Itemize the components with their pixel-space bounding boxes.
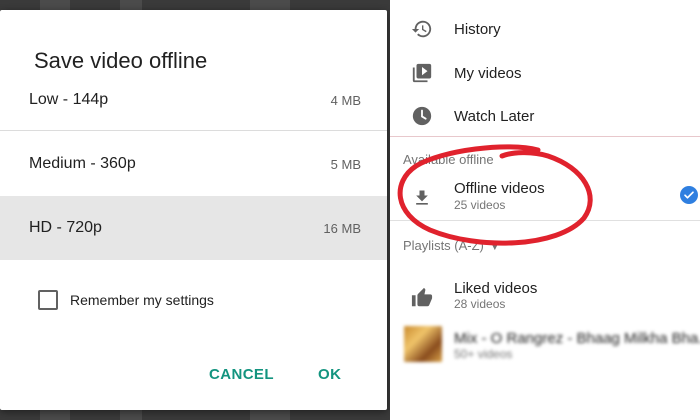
video-backdrop: Save video offline Low - 144p 4 MB Mediu…	[0, 0, 390, 420]
save-offline-dialog: Save video offline Low - 144p 4 MB Mediu…	[0, 10, 387, 410]
clock-icon	[410, 104, 434, 128]
check-circle-icon	[680, 186, 698, 204]
offline-videos-label: Offline videos	[454, 180, 545, 197]
library-item-my-videos[interactable]: My videos	[390, 60, 700, 86]
quality-label: Medium - 360p	[29, 155, 136, 172]
my-videos-icon	[410, 61, 434, 85]
library-item-history[interactable]: History	[390, 16, 700, 42]
remember-settings-row[interactable]: Remember my settings	[38, 290, 214, 310]
history-icon	[410, 17, 434, 41]
ok-button[interactable]: OK	[318, 366, 341, 383]
playlist-count: 50+ videos	[454, 347, 513, 361]
quality-size: 16 MB	[323, 220, 361, 236]
library-item-watch-later[interactable]: Watch Later	[390, 103, 700, 129]
quality-option-medium[interactable]: Medium - 360p 5 MB	[0, 132, 387, 196]
library-item-label: History	[454, 20, 501, 38]
quality-size: 4 MB	[330, 92, 361, 108]
quality-size: 5 MB	[330, 156, 361, 172]
playlist-item-liked-videos[interactable]: Liked videos 28 videos	[390, 278, 700, 318]
download-icon	[410, 186, 434, 210]
quality-label: Low - 144p	[29, 91, 109, 108]
section-divider	[390, 220, 700, 221]
quality-label: HD - 720p	[29, 219, 102, 236]
playlist-count: 28 videos	[454, 297, 506, 311]
remember-label: Remember my settings	[70, 292, 214, 308]
playlist-item-mix[interactable]: Mix - O Rangrez - Bhaag Milkha Bha... 50…	[390, 328, 700, 368]
chevron-down-icon: ▼	[489, 242, 500, 253]
library-item-offline-videos[interactable]: Offline videos 25 videos	[390, 178, 700, 218]
offline-videos-count: 25 videos	[454, 198, 506, 212]
library-item-label: My videos	[454, 64, 522, 82]
library-item-label: Watch Later	[454, 107, 535, 125]
quality-option-low[interactable]: Low - 144p 4 MB	[0, 68, 387, 132]
section-divider	[390, 136, 700, 137]
option-divider	[0, 130, 387, 131]
available-offline-header: Available offline	[403, 152, 494, 167]
library-panel: History My videos Watch Later Available …	[390, 0, 700, 420]
remember-checkbox[interactable]	[38, 290, 58, 310]
cancel-button[interactable]: CANCEL	[209, 366, 274, 383]
playlist-label: Mix - O Rangrez - Bhaag Milkha Bha...	[454, 330, 700, 347]
thumbs-up-icon	[410, 286, 434, 310]
quality-option-hd[interactable]: HD - 720p 16 MB	[0, 196, 387, 260]
playlist-label: Liked videos	[454, 280, 538, 297]
playlists-header-label: Playlists (A-Z)	[403, 238, 484, 253]
playlists-header[interactable]: Playlists (A-Z) ▼	[403, 238, 500, 253]
